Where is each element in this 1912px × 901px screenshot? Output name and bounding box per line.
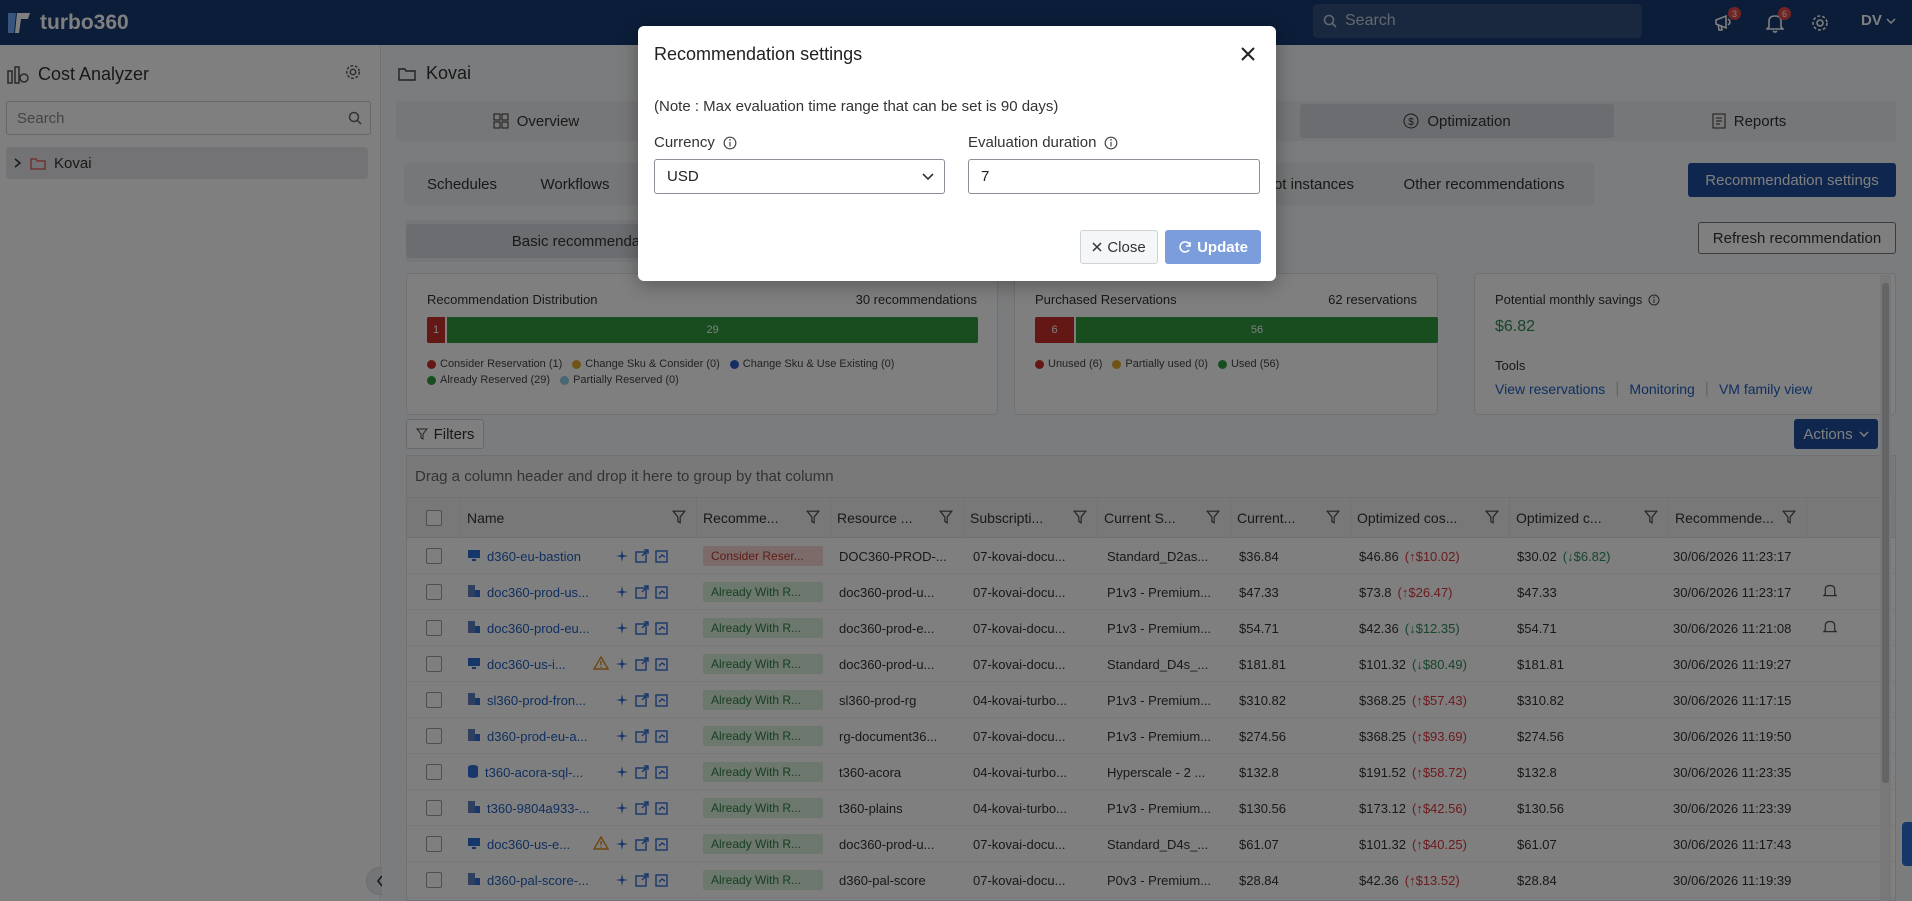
update-button[interactable]: Update: [1165, 230, 1261, 264]
currency-label: Currency: [654, 134, 715, 151]
duration-label: Evaluation duration: [968, 134, 1097, 151]
info-icon[interactable]: [723, 136, 737, 150]
recommendation-settings-dialog: Recommendation settings (Note : Max eval…: [638, 26, 1276, 281]
chevron-down-icon: [922, 173, 934, 181]
duration-value: 7: [981, 168, 990, 185]
dialog-close-button[interactable]: [1236, 42, 1260, 66]
refresh-icon: [1179, 241, 1191, 253]
close-icon: [1092, 242, 1102, 252]
dialog-note: (Note : Max evaluation time range that c…: [654, 98, 1059, 115]
dialog-title: Recommendation settings: [654, 44, 863, 64]
currency-label-row: Currency: [654, 134, 737, 151]
button-label: Close: [1107, 238, 1146, 256]
button-label: Update: [1197, 238, 1248, 256]
close-icon: [1241, 47, 1255, 61]
evaluation-duration-input[interactable]: 7: [968, 159, 1260, 194]
duration-label-row: Evaluation duration: [968, 134, 1118, 151]
currency-value: USD: [667, 168, 699, 185]
close-button[interactable]: Close: [1080, 230, 1158, 264]
currency-select[interactable]: USD: [654, 159, 945, 194]
info-icon[interactable]: [1104, 136, 1118, 150]
